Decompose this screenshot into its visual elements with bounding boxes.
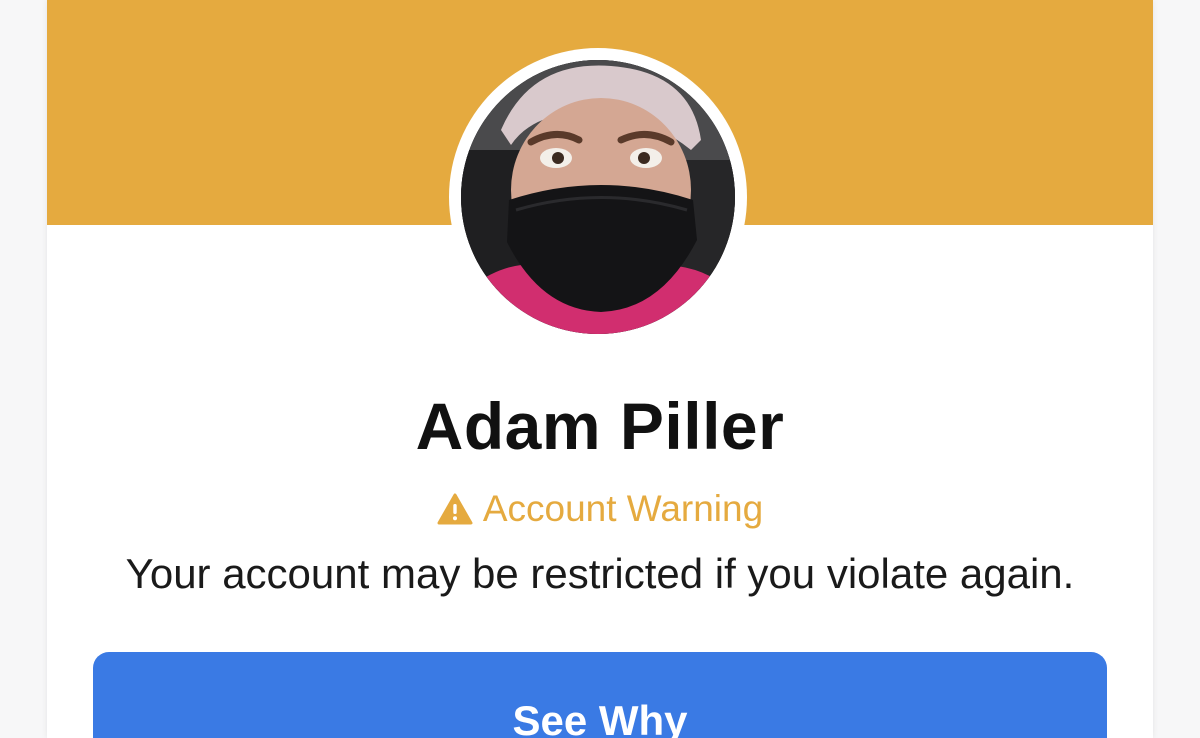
- avatar-frame: [449, 48, 747, 346]
- warning-message: Your account may be restricted if you vi…: [125, 550, 1075, 597]
- see-why-button[interactable]: See Why: [93, 652, 1107, 738]
- page: Adam Piller Account Warning Your account…: [0, 0, 1200, 738]
- avatar[interactable]: [461, 60, 735, 334]
- warning-triangle-icon: [437, 493, 473, 525]
- warning-label: Account Warning: [482, 488, 764, 529]
- profile-photo-image: [461, 60, 735, 334]
- account-warning-card: Adam Piller Account Warning Your account…: [47, 0, 1153, 738]
- profile-name: Adam Piller: [415, 389, 785, 463]
- account-warning-status: Account Warning: [47, 488, 1153, 530]
